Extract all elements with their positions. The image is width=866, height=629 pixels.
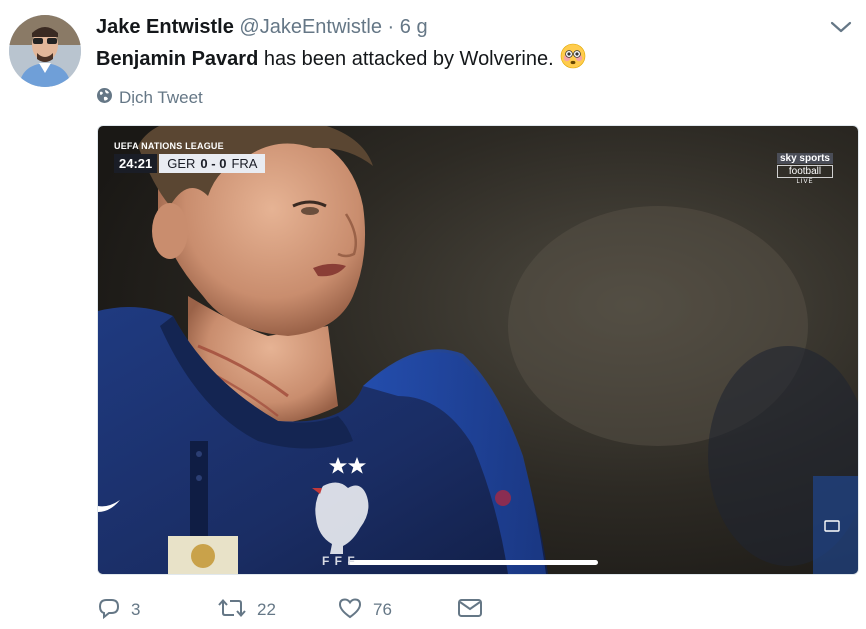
more-options-chevron-icon[interactable] [830,20,852,34]
tweet: Jake Entwistle @JakeEntwistle · 6 g Benj… [0,0,866,629]
avatar-image [9,15,81,87]
like-button[interactable]: 76 [337,596,457,625]
author-name[interactable]: Jake Entwistle [96,16,234,38]
heart-icon [337,596,363,625]
retweet-button[interactable]: 22 [217,596,337,625]
translate-tweet-link[interactable]: Dịch Tweet [96,87,203,109]
video-scrub-bar[interactable] [348,560,598,565]
home-team: GER [167,156,196,171]
broadcaster-line3: LIVE [796,179,814,185]
broadcaster-line1: sky sports [776,153,833,164]
tweet-media-video[interactable]: UEFA NATIONS LEAGUE 24:21 GER 0 - 0 FRA … [97,125,859,575]
reply-button[interactable]: 3 [97,596,217,625]
competition-label: UEFA NATIONS LEAGUE [114,141,224,151]
tweet-text-mention: Benjamin Pavard [96,48,259,70]
direct-message-button[interactable] [457,597,517,624]
reply-count: 3 [131,600,141,619]
video-frame [98,126,858,574]
author-avatar[interactable] [9,15,81,87]
retweet-count: 22 [257,600,276,619]
translate-label: Dịch Tweet [119,88,203,107]
away-team: FRA [231,156,258,171]
scoreboard: UEFA NATIONS LEAGUE 24:21 GER 0 - 0 FRA [114,141,266,173]
flushed-face-emoji-icon [560,43,586,77]
tweet-text: Benjamin Pavard has been attacked by Wol… [96,43,586,77]
globe-icon [96,87,113,109]
author-handle[interactable]: @JakeEntwistle [239,16,382,38]
shirt-text: F F F [322,554,356,568]
retweet-icon [217,596,247,625]
score: 0 - 0 [200,156,227,171]
tweet-text-body: has been attacked by Wolverine. [258,48,554,70]
broadcaster-line2: football [776,165,833,178]
like-count: 76 [373,600,392,619]
match-clock: 24:21 [114,154,158,173]
tweet-header: Jake Entwistle @JakeEntwistle · 6 g [96,14,428,40]
separator-dot: · [387,16,395,38]
reply-icon [97,596,121,625]
envelope-icon [457,597,483,624]
tweet-timestamp[interactable]: 6 g [400,16,428,38]
tweet-actions: 3 22 76 [97,595,517,625]
sky-sports-logo: sky sports football LIVE [776,153,833,185]
